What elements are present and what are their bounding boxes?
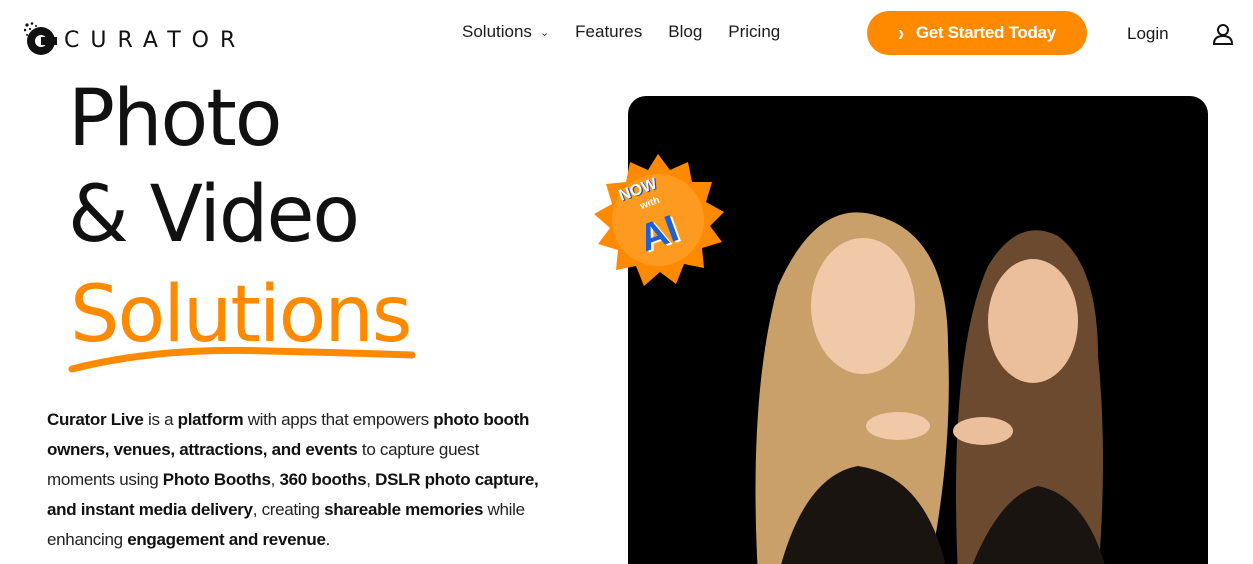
description-emphasis: platform — [177, 410, 244, 429]
double-chevron-right-icon: › — [898, 19, 904, 46]
nav-item-solutions[interactable]: Solutions ⌄ — [462, 22, 549, 42]
description-emphasis: 360 booths — [279, 470, 367, 489]
description-emphasis: Photo Booths — [162, 470, 271, 489]
chevron-down-icon: ⌄ — [539, 26, 550, 39]
hero-description: Curator Live is a platform with apps tha… — [47, 405, 542, 555]
nav-item-label: Pricing — [728, 22, 781, 41]
login-link[interactable]: Login — [1127, 24, 1169, 44]
nav-item-label: Features — [575, 22, 643, 41]
nav-item-features[interactable]: Features — [575, 22, 642, 42]
orange-underline-decoration — [68, 346, 416, 373]
description-emphasis: shareable memories — [324, 500, 484, 519]
hero-title-line2: & Video — [68, 170, 360, 260]
nav-item-label: Solutions — [462, 22, 532, 41]
nav-item-pricing[interactable]: Pricing — [728, 22, 780, 42]
user-icon[interactable] — [1212, 23, 1234, 45]
nav-item-label: Blog — [668, 22, 703, 41]
brand-logo[interactable]: CURATOR — [18, 8, 235, 60]
hero-title-line1: Photo — [68, 74, 282, 164]
main-nav: Solutions ⌄ Features Blog Pricing — [462, 22, 806, 42]
description-text: is a — [143, 410, 178, 429]
description-text: , creating — [252, 500, 325, 519]
get-started-label: Get Started Today — [915, 23, 1056, 42]
description-text: , — [366, 470, 376, 489]
description-text: . — [325, 530, 331, 549]
curator-logo-icon — [24, 22, 57, 55]
get-started-button[interactable]: › Get Started Today — [867, 11, 1087, 55]
description-emphasis: engagement and revenue — [127, 530, 326, 549]
description-emphasis: Curator Live — [47, 410, 144, 429]
description-text: with apps that empowers — [243, 410, 434, 429]
brand-name: CURATOR — [64, 28, 247, 53]
nav-item-blog[interactable]: Blog — [668, 22, 702, 42]
